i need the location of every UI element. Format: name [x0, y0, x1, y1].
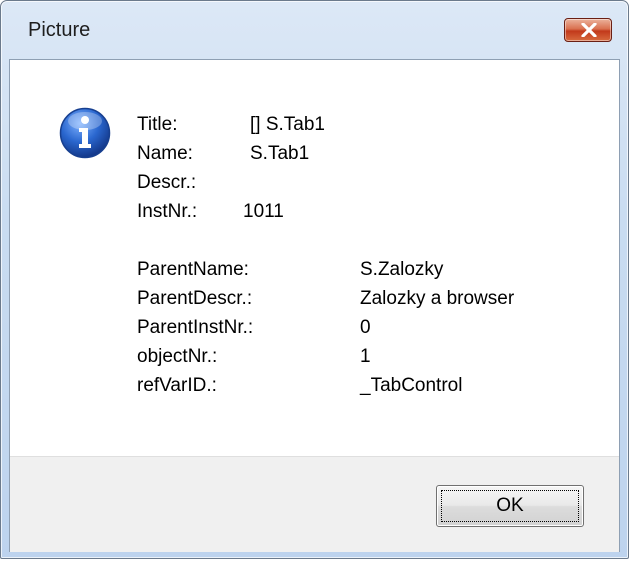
parentdescr-value: Zalozky a browser	[360, 288, 515, 309]
close-button[interactable]	[564, 18, 612, 42]
name-value: S.Tab1	[250, 143, 310, 164]
objectnr-value: 1	[360, 346, 371, 367]
title-bar[interactable]: Picture	[1, 1, 628, 59]
ok-button-label: OK	[441, 490, 579, 522]
title-value: [] S.Tab1	[250, 114, 325, 135]
descr-label: Descr.:	[137, 172, 197, 193]
info-icon	[59, 107, 111, 159]
window-title: Picture	[28, 19, 91, 41]
parentname-value: S.Zalozky	[360, 259, 444, 280]
refvarid-value: _TabControl	[360, 375, 463, 396]
dialog-window: Picture Title: [] S.Tab1 Name: S.Tab1 De…	[0, 0, 629, 559]
refvarid-label: refVarID.:	[137, 375, 217, 396]
parentinstnr-label: ParentInstNr.:	[137, 317, 254, 338]
title-label: Title:	[137, 114, 178, 135]
dialog-client-area: Title: [] S.Tab1 Name: S.Tab1 Descr.: In…	[9, 59, 620, 552]
button-bar: OK	[10, 456, 619, 552]
parentname-label: ParentName:	[137, 259, 249, 280]
parentdescr-label: ParentDescr.:	[137, 288, 253, 309]
instnr-label: InstNr.:	[137, 201, 198, 222]
name-label: Name:	[137, 143, 193, 164]
parentinstnr-value: 0	[360, 317, 371, 338]
instnr-value: 1011	[243, 201, 284, 222]
close-icon	[581, 23, 597, 37]
message-area: Title: [] S.Tab1 Name: S.Tab1 Descr.: In…	[10, 60, 619, 456]
ok-button[interactable]: OK	[436, 485, 584, 527]
objectnr-label: objectNr.:	[137, 346, 218, 367]
